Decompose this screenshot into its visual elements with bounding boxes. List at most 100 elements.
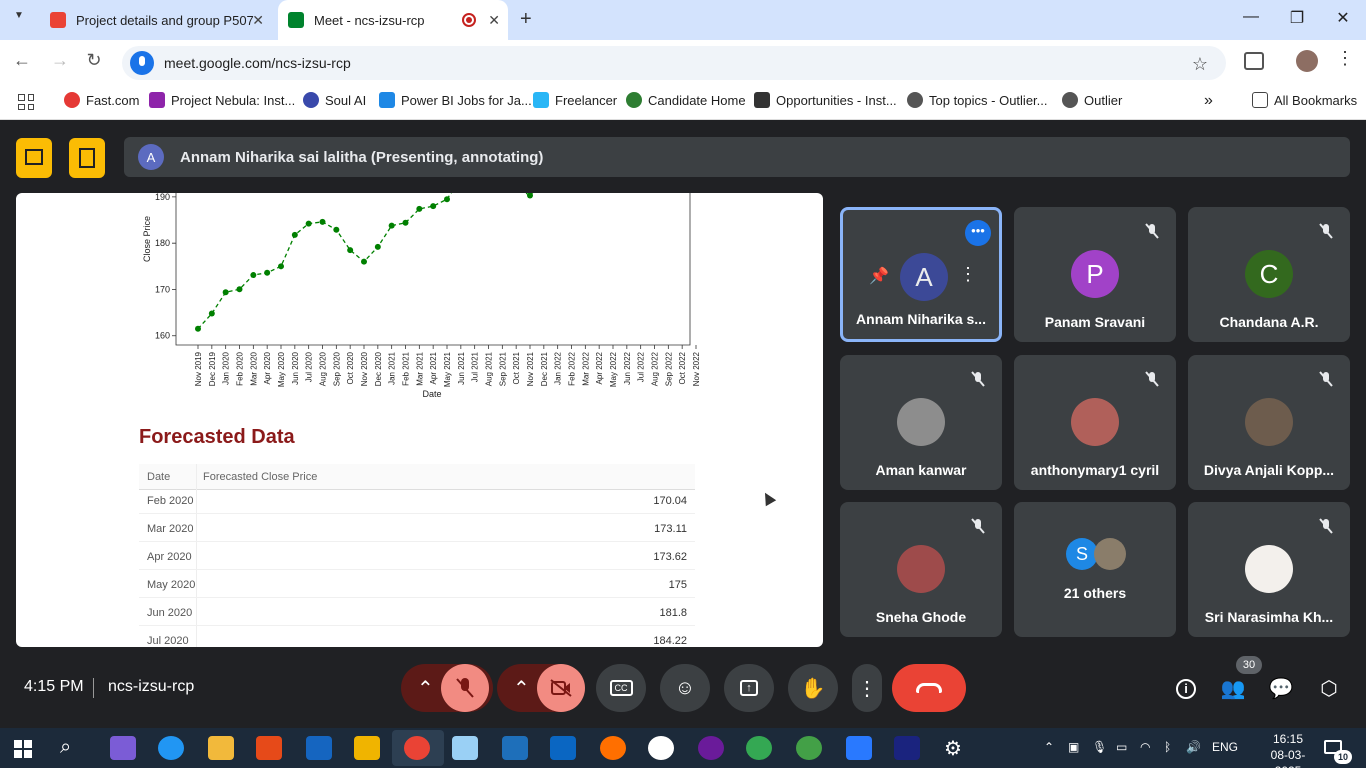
participant-tile[interactable]: A 📌 ⋮ ••• Annam Niharika s... (840, 207, 1002, 342)
captions-button[interactable]: CC (596, 664, 646, 712)
participant-tile[interactable]: anthonymary1 cyril (1014, 355, 1176, 490)
file-explorer-icon[interactable] (208, 736, 234, 760)
bookmark-power-bi[interactable]: Power BI Jobs for Ja... (379, 92, 532, 108)
bluetooth-icon[interactable]: ᛒ (1164, 740, 1171, 754)
close-tab-icon[interactable]: ✕ (488, 12, 500, 29)
leave-call-button[interactable] (892, 664, 966, 712)
participant-tile[interactable]: Aman kanwar (840, 355, 1002, 490)
activities-button[interactable]: ⬡ (1316, 676, 1342, 701)
linkedin-icon[interactable] (550, 736, 576, 760)
battery-icon[interactable]: ▭ (1116, 740, 1127, 754)
close-tab-icon[interactable]: ✕ (252, 12, 264, 29)
language-indicator[interactable]: ENG (1212, 740, 1238, 754)
divider (93, 678, 94, 698)
globe-icon[interactable] (796, 736, 822, 760)
x-tick-label: Feb 2022 (568, 351, 577, 385)
present-button[interactable]: ↑ (724, 664, 774, 712)
bookmark-freelancer[interactable]: Freelancer (533, 92, 617, 108)
back-button[interactable]: ← (10, 50, 34, 71)
mic-off-icon (1144, 223, 1160, 239)
hang-up-icon (916, 683, 942, 693)
bookmarks-bar: Fast.com Project Nebula: Inst... Soul AI… (0, 84, 1366, 120)
more-bookmarks-icon[interactable]: » (1204, 92, 1213, 110)
clock[interactable]: 16:15 08-03-2025 (1264, 731, 1312, 768)
bookmark-fast[interactable]: Fast.com (64, 92, 139, 108)
minimize-button[interactable]: — (1236, 8, 1266, 26)
outlier-icon (1062, 92, 1078, 108)
new-tab-button[interactable]: + (520, 8, 532, 31)
data-point (291, 231, 298, 238)
bookmark-project-nebula[interactable]: Project Nebula: Inst... (149, 92, 295, 108)
tab-gmail[interactable]: Project details and group P507 ✕ (40, 0, 272, 40)
vpn-icon[interactable] (846, 736, 872, 760)
snipping-tool-icon[interactable] (452, 736, 478, 760)
freelancer-icon (533, 92, 549, 108)
bookmark-outlier[interactable]: Outlier (1062, 92, 1122, 108)
meet-tray-icon[interactable]: ▣ (1068, 740, 1079, 754)
participant-name: Sneha Ghode (875, 609, 967, 625)
bookmark-star-icon[interactable]: ☆ (1192, 54, 1208, 75)
menu-icon[interactable]: ⋮ (1336, 48, 1354, 69)
mic-toggle-button[interactable] (441, 664, 489, 712)
cell-price: 173.11 (654, 523, 687, 535)
tab-title: Project details and group P507 (76, 12, 254, 28)
bookmark-opportunities[interactable]: Opportunities - Inst... (754, 92, 897, 108)
bookmark-soul-ai[interactable]: Soul AI (303, 92, 366, 108)
wifi-icon[interactable]: ◠ (1140, 740, 1150, 754)
chat-button[interactable]: 💬 (1268, 676, 1294, 701)
participant-tile[interactable]: C Chandana A.R. (1188, 207, 1350, 342)
profile-avatar[interactable] (1296, 50, 1318, 72)
maximize-button[interactable]: ❐ (1282, 8, 1312, 28)
extensions-icon[interactable] (1244, 52, 1264, 70)
people-button[interactable]: 👥 (1220, 676, 1246, 701)
apps-icon[interactable] (18, 94, 34, 110)
stop-presenting-button[interactable] (16, 138, 52, 178)
chrome-icon[interactable] (404, 736, 430, 760)
store-icon[interactable] (256, 736, 282, 760)
fast-icon (64, 92, 80, 108)
more-options-icon[interactable]: ⋮ (959, 264, 977, 285)
x-tick-label: May 2020 (277, 351, 286, 387)
close-window-button[interactable]: ✕ (1328, 8, 1358, 28)
more-options-badge[interactable]: ••• (965, 220, 991, 246)
others-tile[interactable]: S 21 others (1014, 502, 1176, 637)
participant-tile[interactable]: P Panam Sravani (1014, 207, 1176, 342)
all-bookmarks[interactable]: All Bookmarks (1252, 92, 1357, 108)
bookmark-candidate-home[interactable]: Candidate Home (626, 92, 746, 108)
series-line (524, 193, 534, 197)
participant-tile[interactable]: Sneha Ghode (840, 502, 1002, 637)
participant-tile[interactable]: Sri Narasimha Kh... (1188, 502, 1350, 637)
meeting-info-button[interactable]: i (1173, 676, 1199, 699)
participant-tile[interactable]: Divya Anjali Kopp... (1188, 355, 1350, 490)
volume-icon[interactable]: 🔊 (1186, 740, 1201, 754)
raise-hand-button[interactable]: ✋ (788, 664, 838, 712)
windows-start-icon[interactable] (14, 740, 32, 758)
power-bi-icon[interactable] (354, 736, 380, 760)
outlook-icon[interactable] (306, 736, 332, 760)
app-icon[interactable] (698, 736, 724, 760)
search-app-icon[interactable] (600, 736, 626, 760)
bookmark-top-topics[interactable]: Top topics - Outlier... (907, 92, 1048, 108)
layout-button[interactable] (69, 138, 105, 178)
vscode-icon[interactable] (502, 736, 528, 760)
copilot-icon[interactable] (110, 736, 136, 760)
more-options-button[interactable]: ⋮ (852, 664, 882, 712)
pin-icon[interactable]: 📌 (869, 266, 889, 286)
settings-icon[interactable]: ⚙ (944, 736, 970, 760)
x-tick-label: Feb 2021 (402, 351, 411, 385)
edge-icon[interactable] (158, 736, 184, 760)
mic-tray-icon[interactable]: 🎙 (1092, 740, 1107, 754)
chatgpt-icon[interactable] (648, 736, 674, 760)
tab-search-button[interactable]: ▼ (8, 10, 30, 30)
camera-toggle-button[interactable] (537, 664, 585, 712)
address-bar[interactable]: meet.google.com/ncs-izsu-rcp ☆ (122, 46, 1226, 80)
search-icon[interactable]: ⌕ (60, 736, 86, 760)
reload-button[interactable]: ↻ (82, 50, 106, 71)
forward-button[interactable]: → (48, 50, 72, 71)
chrome-profile-icon[interactable] (746, 736, 772, 760)
tab-meet[interactable]: Meet - ncs-izsu-rcp ✕ (278, 0, 508, 40)
meeting-time: 4:15 PM (24, 678, 84, 695)
reactions-button[interactable]: ☺ (660, 664, 710, 712)
app-h-icon[interactable] (894, 736, 920, 760)
show-hidden-icons[interactable]: ⌃ (1044, 740, 1054, 754)
